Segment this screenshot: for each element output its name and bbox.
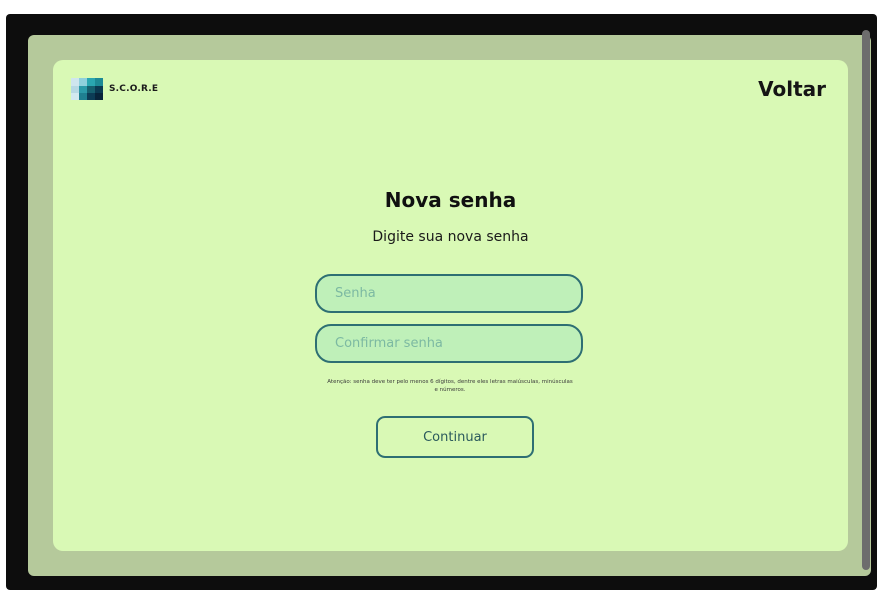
scrollbar[interactable] — [862, 30, 870, 570]
continue-button[interactable]: Continuar — [376, 416, 534, 458]
score-logo-icon — [71, 78, 103, 100]
page-title: Nova senha — [384, 188, 517, 212]
password-requirements-note: Atenção: senha deve ter pelo menos 6 díg… — [327, 379, 573, 393]
confirm-password-field[interactable] — [315, 324, 583, 363]
password-field[interactable] — [315, 274, 583, 313]
logo-text: S.C.O.R.E — [109, 84, 159, 94]
main-card: S.C.O.R.E Voltar Nova senha Digite sua n… — [53, 60, 848, 551]
page-subtitle: Digite sua nova senha — [372, 229, 529, 245]
back-link[interactable]: Voltar — [758, 77, 826, 101]
logo[interactable]: S.C.O.R.E — [71, 78, 158, 100]
